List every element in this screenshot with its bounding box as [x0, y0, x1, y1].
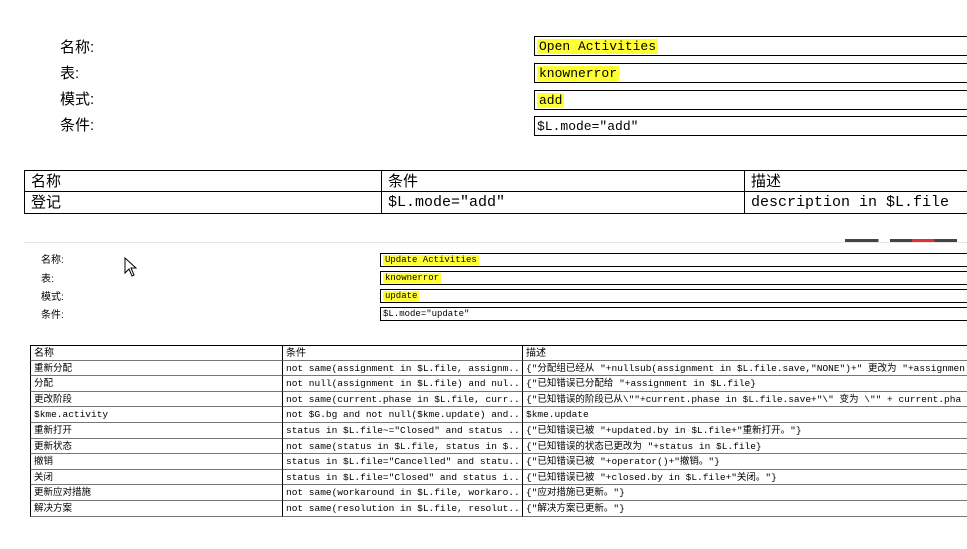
column-header-description[interactable]: 描述: [744, 170, 967, 192]
cell-condition: not same(workaround in $L.file, workaro.…: [282, 485, 522, 501]
name-field[interactable]: Open Activities: [534, 36, 967, 56]
decorative-stripe: [845, 239, 957, 242]
condition-value: $L.mode="add": [537, 119, 639, 134]
cell-condition: not null(assignment in $L.file) and nul.…: [282, 376, 522, 392]
form-label-mode: 模式:: [60, 91, 95, 108]
cell-description: $kme.update: [522, 407, 967, 423]
form-label-table: 表:: [60, 65, 80, 82]
cell-name: 登记: [24, 192, 381, 214]
column-header-name[interactable]: 名称: [30, 345, 282, 361]
table-row[interactable]: 撤销 status in $L.file="Cancelled" and sta…: [30, 454, 967, 470]
cell-name: 关闭: [30, 469, 282, 486]
column-header-description[interactable]: 描述: [522, 345, 967, 361]
cell-condition: status in $L.file="Cancelled" and statu.…: [282, 454, 522, 470]
cell-description: {"已知错误的阶段已从\""+current.phase in $L.file.…: [522, 391, 967, 408]
cell-name: 重新分配: [30, 360, 282, 377]
table-row[interactable]: 重新分配 not same(assignment in $L.file, ass…: [30, 360, 967, 377]
table-row[interactable]: 登记 $L.mode="add" description in $L.file: [24, 192, 967, 214]
table-row[interactable]: 更新状态 not same(status in $L.file, status …: [30, 438, 967, 455]
cell-name: 更改阶段: [30, 391, 282, 408]
cell-name: $kme.activity: [30, 407, 282, 423]
cell-description: description in $L.file: [744, 192, 967, 214]
cell-name: 更新状态: [30, 438, 282, 455]
table-value: knownerror: [383, 273, 442, 283]
cell-description: {"已知错误已被 "+updated.by in $L.file+"重新打开。"…: [522, 422, 967, 439]
form-label-name: 名称:: [41, 255, 64, 266]
table-row[interactable]: $kme.activity not $G.bg and not null($km…: [30, 407, 967, 423]
cell-description: {"分配组已经从 "+nullsub(assignment in $L.file…: [522, 360, 967, 377]
table-row[interactable]: 重新打开 status in $L.file~="Closed" and sta…: [30, 422, 967, 439]
column-header-condition[interactable]: 条件: [381, 170, 744, 192]
table-row[interactable]: 更改阶段 not same(current.phase in $L.file, …: [30, 391, 967, 408]
table-field[interactable]: knownerror: [380, 271, 967, 285]
mode-value: add: [537, 93, 565, 108]
cell-description: {"已知错误已被 "+closed.by in $L.file+"关闭。"}: [522, 469, 967, 486]
name-value: Open Activities: [537, 39, 659, 54]
form-label-mode: 模式:: [41, 292, 64, 303]
cell-description: {"已知错误已分配给 "+assignment in $L.file}: [522, 376, 967, 392]
cell-name: 重新打开: [30, 422, 282, 439]
mode-field[interactable]: update: [380, 289, 967, 303]
name-value: Update Activities: [383, 255, 479, 265]
cell-name: 解决方案: [30, 500, 282, 517]
cell-condition: not same(assignment in $L.file, assignm.…: [282, 360, 522, 377]
cell-condition: $L.mode="add": [381, 192, 744, 214]
column-header-name[interactable]: 名称: [24, 170, 381, 192]
cell-condition: not same(current.phase in $L.file, curr.…: [282, 391, 522, 408]
cell-name: 撤销: [30, 454, 282, 470]
table-row[interactable]: 分配 not null(assignment in $L.file) and n…: [30, 376, 967, 392]
cell-condition: status in $L.file~="Closed" and status .…: [282, 422, 522, 439]
cell-condition: status in $L.file="Closed" and status i.…: [282, 469, 522, 486]
mode-field[interactable]: add: [534, 90, 967, 110]
cell-condition: not same(status in $L.file, status in $.…: [282, 438, 522, 455]
form-label-condition: 条件:: [41, 310, 64, 321]
name-field[interactable]: Update Activities: [380, 253, 967, 267]
cell-description: {"应对措施已更新。"}: [522, 485, 967, 501]
cell-description: {"已知错误已被 "+operator()+"撤销。"}: [522, 454, 967, 470]
mouse-pointer-icon: [124, 257, 138, 277]
update-activities-table: 名称 条件 描述 重新分配 not same(assignment in $L.…: [30, 345, 967, 517]
condition-value: $L.mode="update": [383, 309, 470, 319]
table-row[interactable]: 解决方案 not same(resolution in $L.file, res…: [30, 500, 967, 517]
table-row[interactable]: 更新应对措施 not same(workaround in $L.file, w…: [30, 485, 967, 501]
cell-condition: not $G.bg and not null($kme.update) and.…: [282, 407, 522, 423]
cell-condition: not same(resolution in $L.file, resolut.…: [282, 500, 522, 517]
cell-description: {"已知错误的状态已更改为 "+status in $L.file}: [522, 438, 967, 455]
table-row[interactable]: 关闭 status in $L.file="Closed" and status…: [30, 469, 967, 486]
mode-value: update: [383, 291, 420, 301]
condition-field[interactable]: $L.mode="add": [534, 116, 967, 136]
table-value: knownerror: [537, 66, 620, 81]
condition-field[interactable]: $L.mode="update": [380, 307, 967, 321]
table-field[interactable]: knownerror: [534, 63, 967, 83]
form-label-name: 名称:: [60, 39, 95, 56]
activities-table: 名称 条件 描述 登记 $L.mode="add" description in…: [24, 170, 967, 214]
cell-description: {"解决方案已更新。"}: [522, 500, 967, 517]
section-divider: [24, 242, 967, 243]
table-header-row: 名称 条件 描述: [24, 170, 967, 192]
form-label-table: 表:: [41, 274, 54, 285]
cell-name: 更新应对措施: [30, 485, 282, 501]
cell-name: 分配: [30, 376, 282, 392]
column-header-condition[interactable]: 条件: [282, 345, 522, 361]
form-label-condition: 条件:: [60, 117, 95, 134]
table-header-row: 名称 条件 描述: [30, 345, 967, 361]
